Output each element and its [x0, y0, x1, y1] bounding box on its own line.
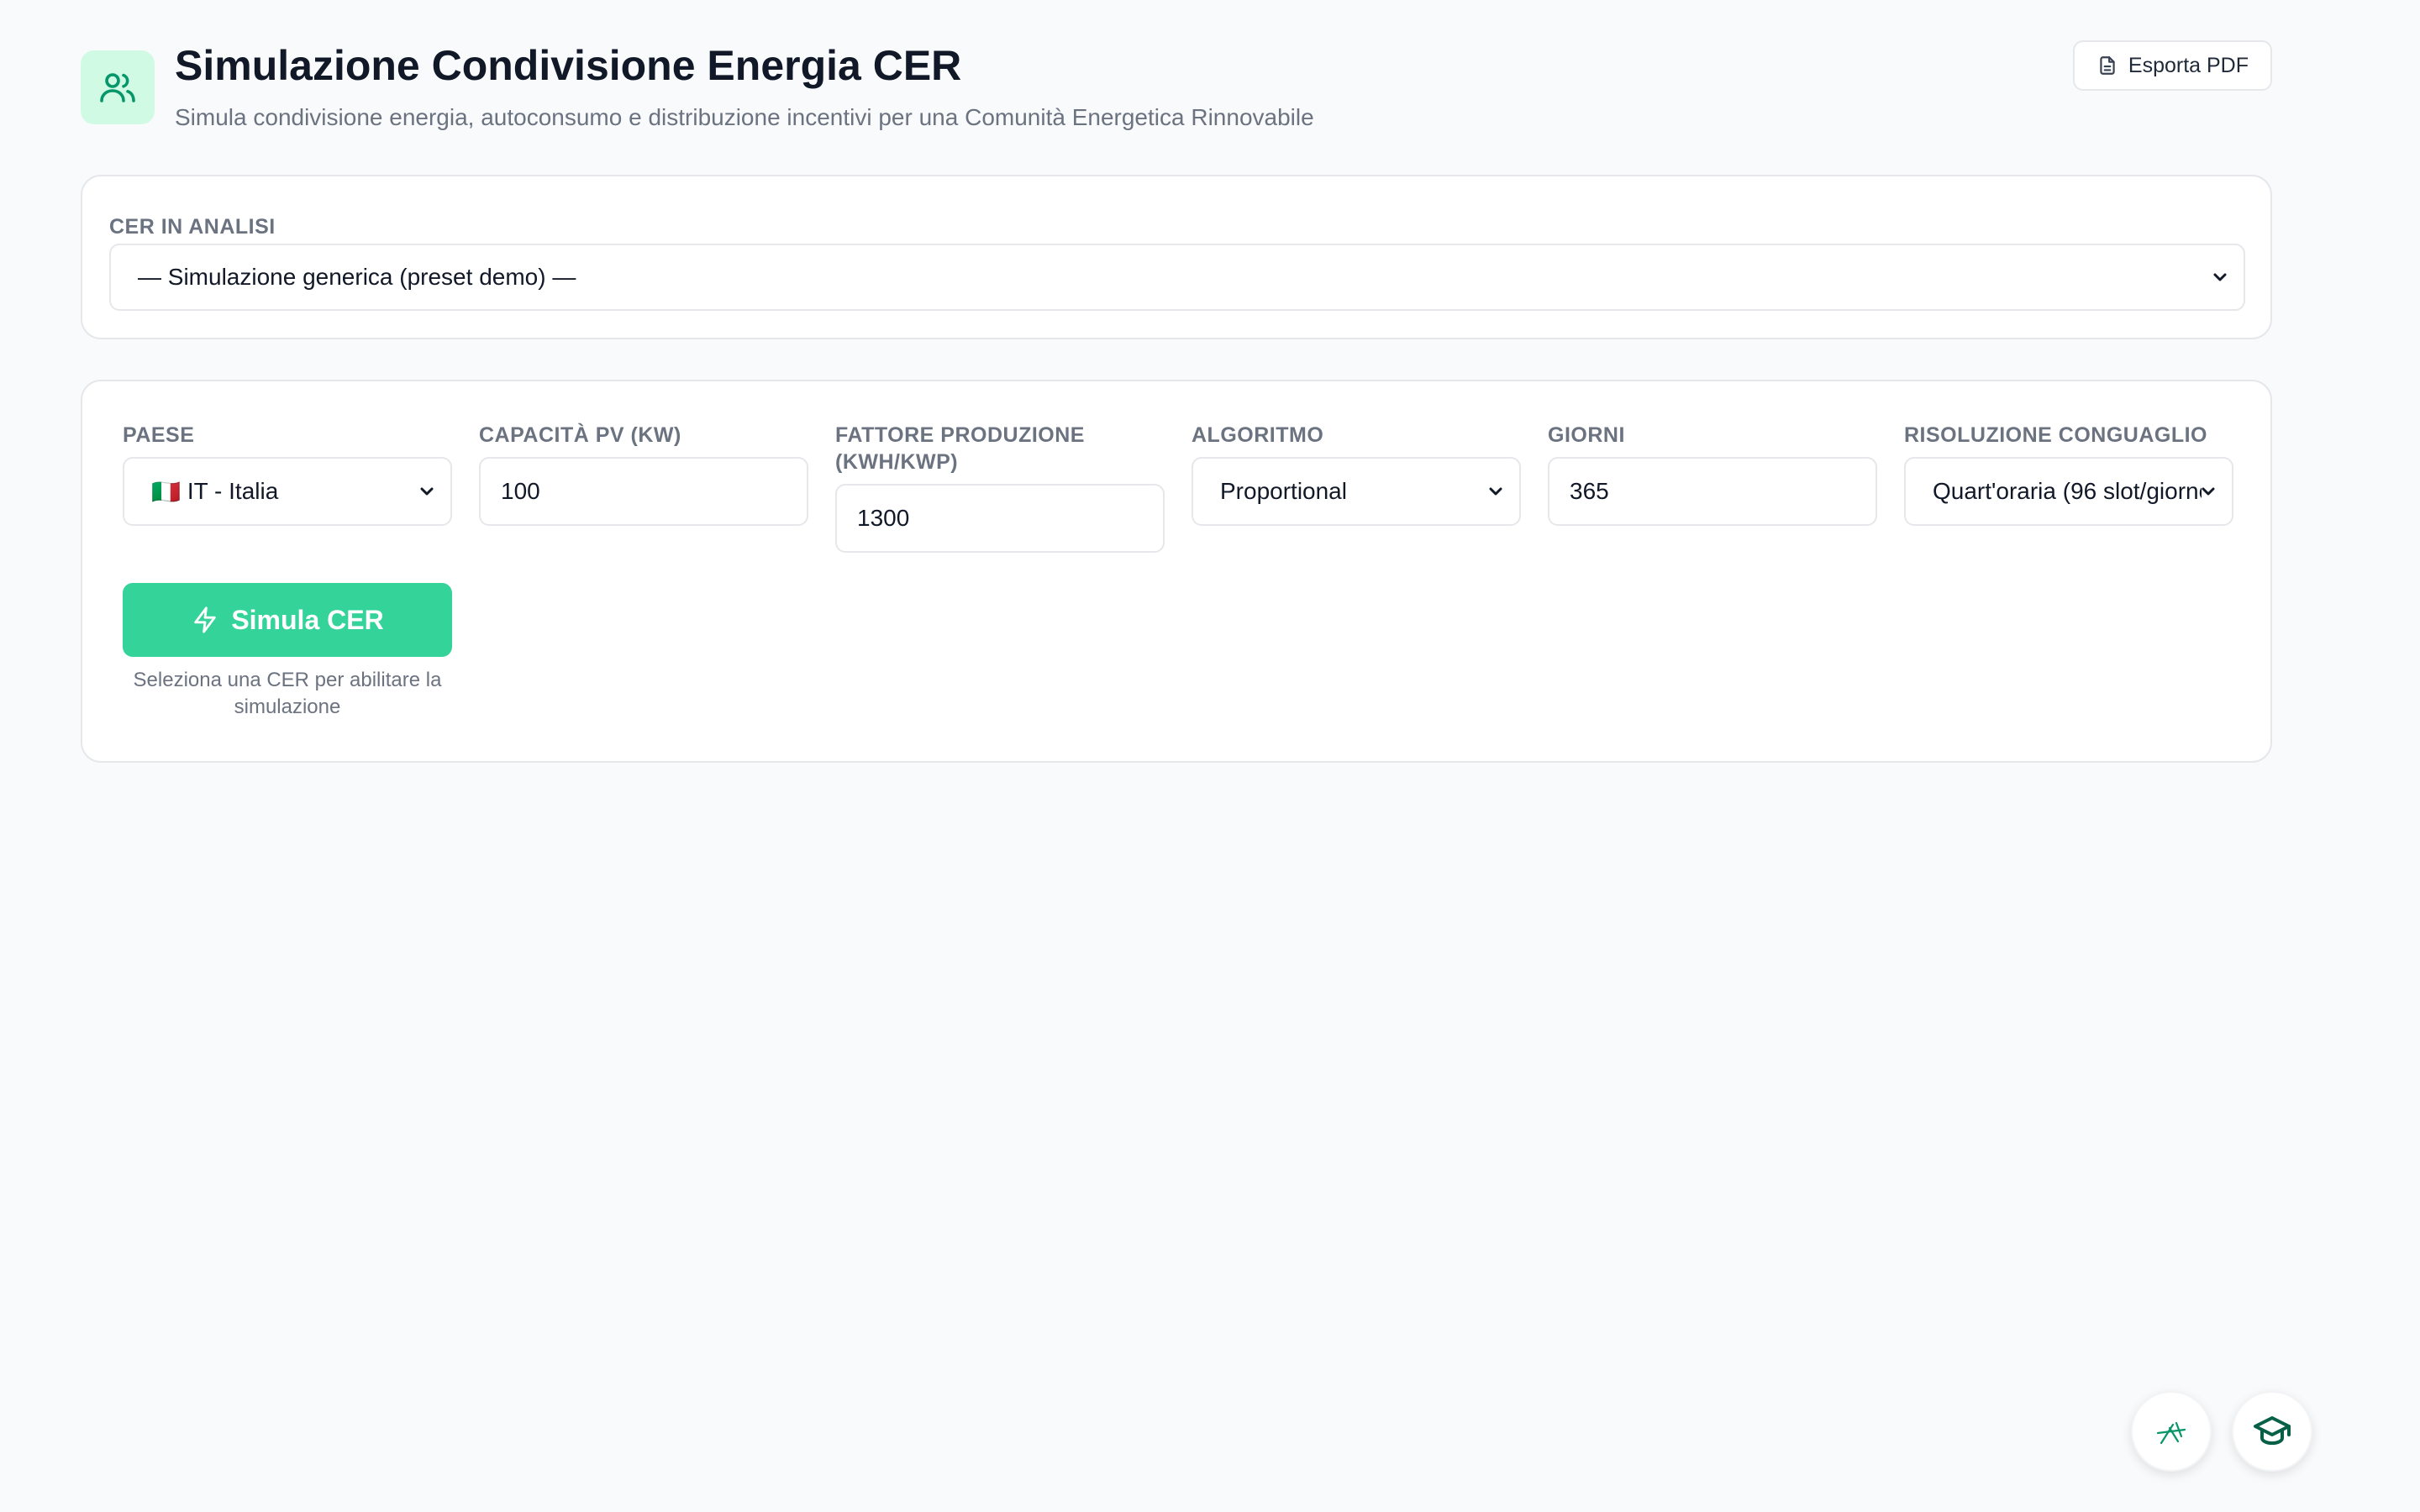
assistant-fab[interactable]	[2131, 1391, 2212, 1472]
pv-capacity-label: Capacità PV (kW)	[479, 423, 681, 447]
flag-italy-icon: 🇮🇹	[151, 478, 181, 505]
sparkle-icon	[2156, 1421, 2186, 1445]
cer-selection-card: CER in analisi — Simulazione generica (p…	[81, 175, 2272, 339]
logo-badge	[81, 50, 155, 124]
document-icon	[2100, 56, 2115, 75]
production-factor-field: Fattore produzione (kWh/kWp) 1300	[835, 422, 1165, 553]
users-icon	[100, 73, 135, 102]
page-title: Simulazione Condivisione Energia CER	[175, 42, 962, 89]
chevron-down-icon	[1489, 487, 1502, 496]
resolution-select-value: Quart'oraria (96 slot/giorno)	[1933, 478, 2202, 504]
pv-capacity-field: Capacità PV (kW) 100	[479, 422, 808, 526]
algorithm-select-value: Proportional	[1220, 478, 1347, 504]
chevron-down-icon	[420, 487, 434, 496]
production-factor-input[interactable]: 1300	[835, 484, 1165, 553]
algorithm-label: Algoritmo	[1192, 423, 1324, 447]
simulate-hint: Seleziona una CER per abilitare la simul…	[133, 669, 442, 718]
simulate-cer-button[interactable]: Simula CER	[123, 583, 452, 657]
lightning-icon	[194, 606, 217, 633]
resolution-label: Risoluzione conguaglio	[1904, 423, 2207, 447]
chevron-down-icon	[2213, 273, 2227, 281]
country-select-value: IT - Italia	[187, 478, 279, 504]
pv-capacity-input[interactable]: 100	[479, 457, 808, 526]
learning-fab[interactable]	[2232, 1391, 2312, 1472]
days-input[interactable]: 365	[1548, 457, 1877, 526]
country-select[interactable]: 🇮🇹 IT - Italia	[123, 457, 452, 526]
algorithm-field: Algoritmo Proportional	[1192, 422, 1521, 526]
graduation-cap-icon	[2254, 1416, 2291, 1445]
export-pdf-button[interactable]: Esporta PDF	[2072, 40, 2272, 91]
cer-label: CER in analisi	[109, 215, 276, 239]
page: Simulazione Condivisione Energia CER Sim…	[0, 0, 2420, 1512]
production-factor-label: Fattore produzione (kWh/kWp)	[835, 423, 1085, 474]
days-field: Giorni 365	[1548, 422, 1877, 526]
days-label: Giorni	[1548, 423, 1625, 447]
algorithm-select[interactable]: Proportional	[1192, 457, 1521, 526]
resolution-select[interactable]: Quart'oraria (96 slot/giorno)	[1904, 457, 2233, 526]
export-pdf-label: Esporta PDF	[2128, 53, 2249, 77]
page-subtitle: Simula condivisione energia, autoconsumo…	[175, 104, 1314, 130]
resolution-field: Risoluzione conguaglio Quart'oraria (96 …	[1904, 422, 2233, 526]
simulate-cer-label: Simula CER	[231, 604, 384, 635]
country-label: Paese	[123, 423, 195, 447]
cer-select[interactable]: — Simulazione generica (preset demo) —	[109, 244, 2245, 311]
simulation-params-card: Paese 🇮🇹 IT - Italia Capacità PV (kW) 10…	[81, 380, 2272, 763]
chevron-down-icon	[2202, 487, 2215, 496]
page-header: Simulazione Condivisione Energia CER Sim…	[81, 40, 2272, 141]
cer-select-value: — Simulazione generica (preset demo) —	[138, 264, 576, 290]
country-field: Paese 🇮🇹 IT - Italia	[123, 422, 452, 526]
